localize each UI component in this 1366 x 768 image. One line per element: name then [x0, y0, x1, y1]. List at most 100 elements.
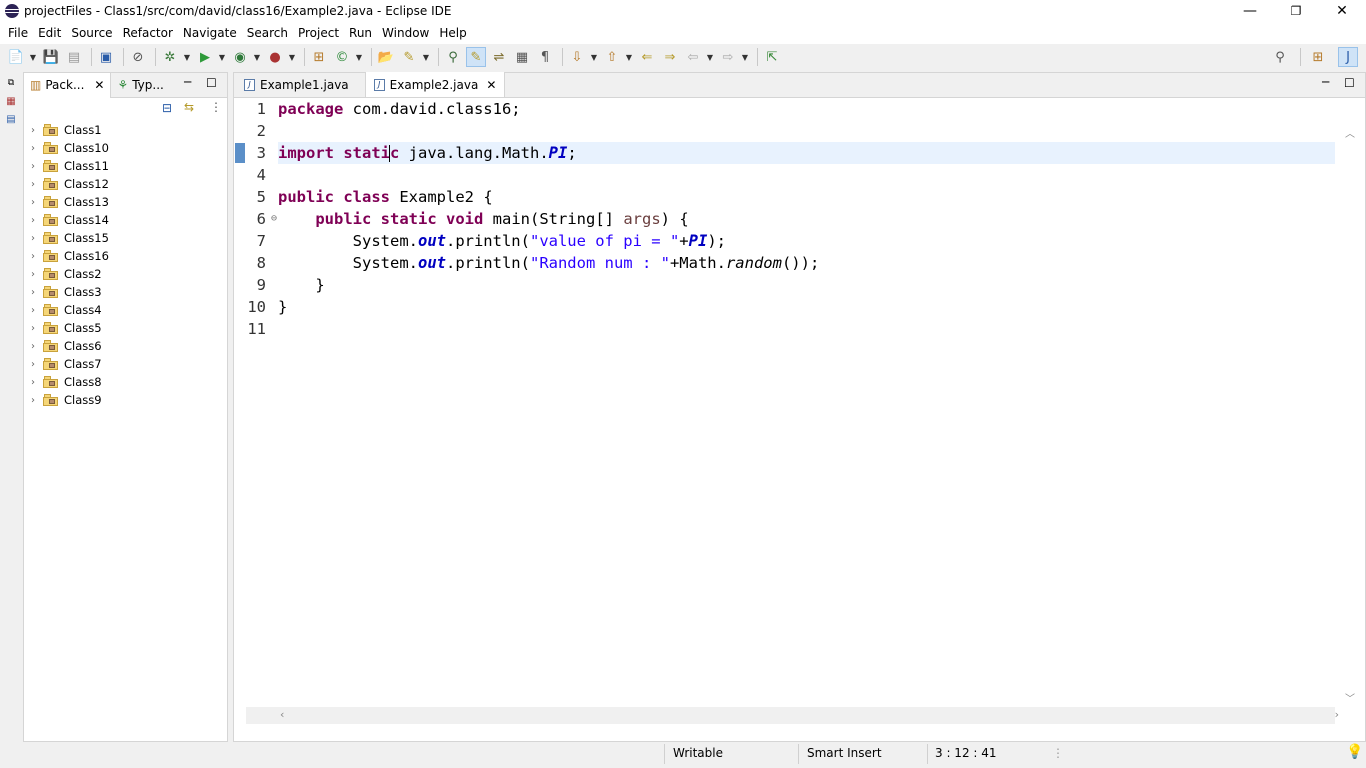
scroll-right-icon[interactable]: ›: [1335, 708, 1339, 721]
expand-chevron-icon[interactable]: ›: [31, 143, 43, 154]
terminal-icon[interactable]: ▣: [96, 47, 116, 67]
expand-chevron-icon[interactable]: ›: [31, 305, 43, 316]
restore-icon[interactable]: ⧉: [4, 76, 18, 90]
expand-chevron-icon[interactable]: ›: [31, 251, 43, 262]
menu-search[interactable]: Search: [242, 26, 293, 40]
coverage-dropdown-icon[interactable]: ▼: [253, 47, 261, 67]
save-icon[interactable]: 💾: [41, 47, 61, 67]
previous-annotation-dropdown-icon[interactable]: ▼: [625, 47, 633, 67]
tree-project-item[interactable]: › Class13: [24, 193, 227, 211]
new-dropdown-icon[interactable]: ▼: [29, 47, 37, 67]
tree-project-item[interactable]: › Class15: [24, 229, 227, 247]
close-button[interactable]: ✕: [1319, 0, 1365, 22]
block-selection-icon[interactable]: ▦: [512, 47, 532, 67]
vertical-scrollbar[interactable]: ︿ ﹀: [1335, 123, 1365, 707]
next-annotation-dropdown-icon[interactable]: ▼: [590, 47, 598, 67]
expand-chevron-icon[interactable]: ›: [31, 341, 43, 352]
previous-annotation-icon[interactable]: ⇧: [602, 47, 622, 67]
tree-project-item[interactable]: › Class6: [24, 337, 227, 355]
tree-project-item[interactable]: › Class14: [24, 211, 227, 229]
run-icon[interactable]: ▶: [195, 47, 215, 67]
expand-chevron-icon[interactable]: ›: [31, 233, 43, 244]
tab-example1-java[interactable]: J Example1.java: [236, 72, 357, 97]
tab-type-hierarchy[interactable]: ⚘ Typ...: [111, 73, 169, 98]
forward-edit-icon[interactable]: ⇒: [660, 47, 680, 67]
forward-dropdown-icon[interactable]: ▼: [741, 47, 749, 67]
menu-run[interactable]: Run: [344, 26, 377, 40]
tree-project-item[interactable]: › Class3: [24, 283, 227, 301]
word-wrap-icon[interactable]: ⇌: [489, 47, 509, 67]
menu-edit[interactable]: Edit: [33, 26, 66, 40]
show-whitespace-icon[interactable]: ¶: [535, 47, 555, 67]
external-tools-icon[interactable]: ●: [265, 47, 285, 67]
menu-source[interactable]: Source: [66, 26, 117, 40]
tree-project-item[interactable]: › Class12: [24, 175, 227, 193]
expand-chevron-icon[interactable]: ›: [31, 395, 43, 406]
back-dropdown-icon[interactable]: ▼: [706, 47, 714, 67]
new-icon[interactable]: 📄: [6, 47, 26, 67]
horizontal-scrollbar[interactable]: ‹ ›: [246, 707, 1339, 724]
new-java-package-icon[interactable]: ⊞: [309, 47, 329, 67]
expand-chevron-icon[interactable]: ›: [31, 215, 43, 226]
back-icon[interactable]: ⇦: [683, 47, 703, 67]
maximize-editor-icon[interactable]: ☐: [1344, 76, 1355, 90]
next-annotation-icon[interactable]: ⇩: [567, 47, 587, 67]
java-perspective-icon[interactable]: J: [1338, 47, 1358, 67]
tree-project-item[interactable]: › Class9: [24, 391, 227, 409]
view-menu-icon[interactable]: ⋮: [210, 100, 222, 114]
menu-project[interactable]: Project: [293, 26, 344, 40]
toggle-breadcrumb-icon[interactable]: ⚲: [443, 47, 463, 67]
outline-view-icon[interactable]: ▤: [4, 112, 18, 126]
task-list-icon[interactable]: ▦: [4, 94, 18, 108]
tree-project-item[interactable]: › Class10: [24, 139, 227, 157]
close-tab-icon[interactable]: ✕: [94, 78, 104, 92]
search-icon[interactable]: ⚲: [1270, 47, 1290, 67]
run-dropdown-icon[interactable]: ▼: [218, 47, 226, 67]
coverage-icon[interactable]: ◉: [230, 47, 250, 67]
expand-chevron-icon[interactable]: ›: [31, 179, 43, 190]
tree-project-item[interactable]: › Class16: [24, 247, 227, 265]
tab-package-explorer[interactable]: ▥ Pack... ✕: [24, 72, 112, 98]
restore-button[interactable]: ❐: [1273, 0, 1319, 22]
debug-icon[interactable]: ✲: [160, 47, 180, 67]
code-text[interactable]: package com.david.class16; import static…: [278, 98, 1335, 340]
expand-chevron-icon[interactable]: ›: [31, 269, 43, 280]
external-tools-dropdown-icon[interactable]: ▼: [288, 47, 296, 67]
open-type-icon[interactable]: 📂: [376, 47, 396, 67]
expand-chevron-icon[interactable]: ›: [31, 377, 43, 388]
save-all-icon[interactable]: ▤: [64, 47, 84, 67]
fold-collapse-icon[interactable]: ⊖: [271, 208, 277, 230]
menu-window[interactable]: Window: [377, 26, 434, 40]
tree-project-item[interactable]: › Class1: [24, 121, 227, 139]
scroll-left-icon[interactable]: ‹: [280, 708, 284, 721]
expand-chevron-icon[interactable]: ›: [31, 197, 43, 208]
link-with-editor-icon[interactable]: ⇆: [184, 100, 194, 114]
tree-project-item[interactable]: › Class11: [24, 157, 227, 175]
tree-project-item[interactable]: › Class7: [24, 355, 227, 373]
minimize-editor-icon[interactable]: ─: [1322, 75, 1329, 89]
debug-dropdown-icon[interactable]: ▼: [183, 47, 191, 67]
mark-occurrences-icon[interactable]: ✎: [466, 47, 486, 67]
maximize-view-icon[interactable]: ☐: [206, 76, 217, 90]
last-edit-location-icon[interactable]: ⇐: [637, 47, 657, 67]
expand-chevron-icon[interactable]: ›: [31, 287, 43, 298]
code-area[interactable]: 1 2 3 4 5 6 ⊖ 7 8 9 10 11 package com.dav…: [234, 98, 1365, 724]
menu-file[interactable]: File: [3, 26, 33, 40]
collapse-all-icon[interactable]: ⊟: [162, 101, 172, 115]
tree-project-item[interactable]: › Class5: [24, 319, 227, 337]
expand-chevron-icon[interactable]: ›: [31, 125, 43, 136]
tip-lightbulb-icon[interactable]: 💡: [1346, 744, 1363, 760]
scroll-down-icon[interactable]: ﹀: [1345, 690, 1355, 705]
close-tab-icon[interactable]: ✕: [486, 78, 496, 92]
new-class-dropdown-icon[interactable]: ▼: [355, 47, 363, 67]
scroll-up-icon[interactable]: ︿: [1345, 125, 1355, 140]
search-dropdown-icon[interactable]: ▼: [422, 47, 430, 67]
minimize-button[interactable]: —: [1227, 0, 1273, 22]
pin-editor-icon[interactable]: ⇱: [762, 47, 782, 67]
tree-project-item[interactable]: › Class8: [24, 373, 227, 391]
menu-refactor[interactable]: Refactor: [118, 26, 178, 40]
expand-chevron-icon[interactable]: ›: [31, 323, 43, 334]
open-perspective-icon[interactable]: ⊞: [1308, 47, 1328, 67]
forward-icon[interactable]: ⇨: [718, 47, 738, 67]
tree-project-item[interactable]: › Class2: [24, 265, 227, 283]
